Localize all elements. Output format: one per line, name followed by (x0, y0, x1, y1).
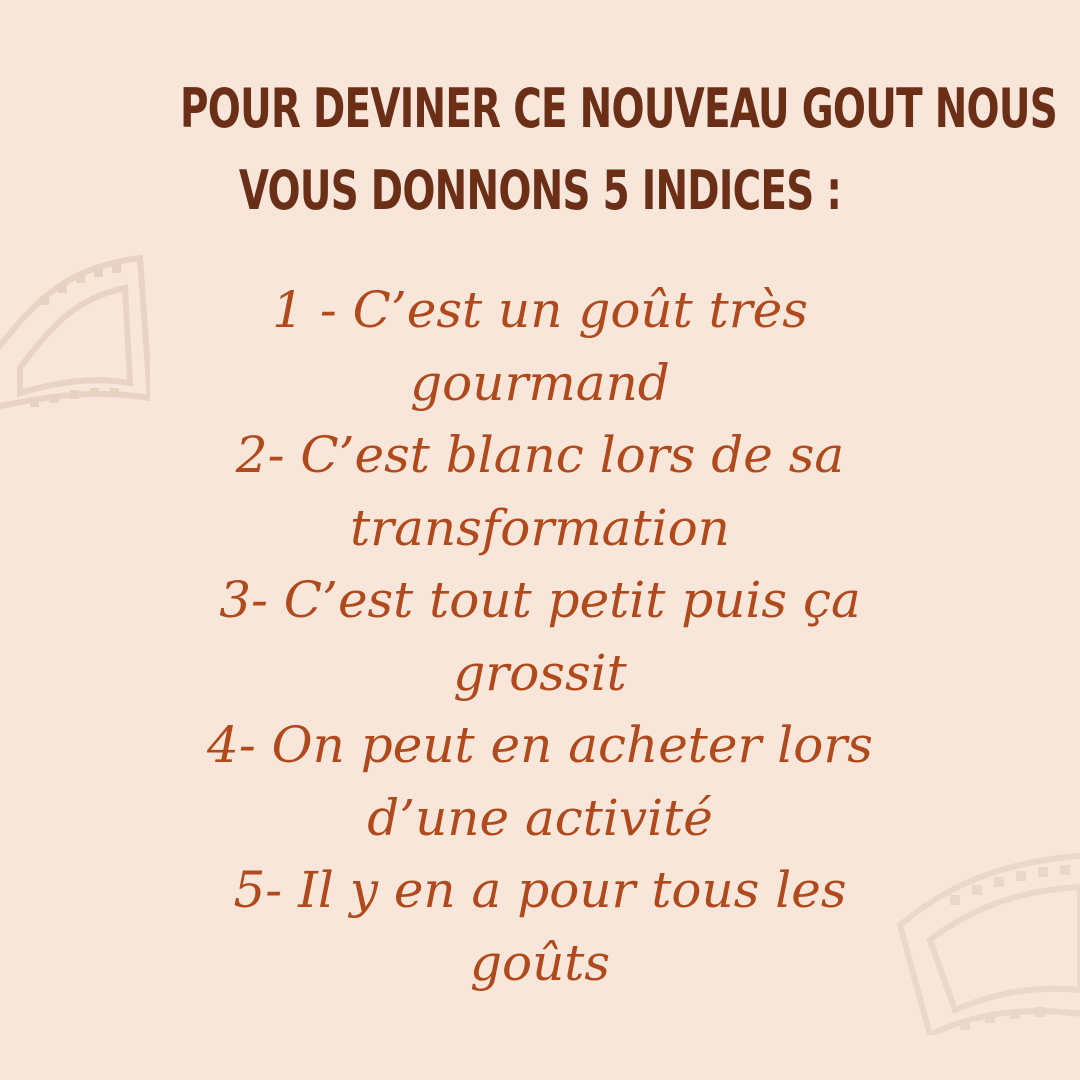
page-title: POUR DEVINER CE NOUVEAU GOUT NOUS VOUS D… (40, 68, 1058, 232)
clue-item-5: 5- Il y en a pour tous les goûts (40, 854, 1040, 999)
clue-text: 3- C’est tout petit puis ça (219, 571, 861, 629)
clue-list: 1 - C’est un goût très gourmand 2- C’est… (40, 274, 1040, 999)
clue-text: gourmand (410, 353, 670, 412)
clue-text: 4- On peut en acheter lors (207, 716, 873, 774)
title-line-1: POUR DEVINER CE NOUVEAU GOUT NOUS (180, 77, 1058, 140)
clue-text: 5- Il y en a pour tous les (233, 861, 847, 919)
title-line-2: VOUS DONNONS 5 INDICES : (238, 159, 842, 222)
clue-item-2: 2- C’est blanc lors de sa transformation (40, 419, 1040, 564)
clue-item-4: 4- On peut en acheter lors d’une activit… (40, 709, 1040, 854)
clue-item-1: 1 - C’est un goût très gourmand (40, 274, 1040, 419)
clue-text: transformation (350, 498, 730, 557)
clue-text: goûts (469, 933, 611, 992)
clue-text: grossit (453, 643, 627, 702)
clue-text: d’une activité (367, 788, 713, 847)
clue-item-3: 3- C’est tout petit puis ça grossit (40, 564, 1040, 709)
clue-text: 2- C’est blanc lors de sa (235, 426, 845, 484)
clue-text: 1 - C’est un goût très (272, 281, 808, 339)
